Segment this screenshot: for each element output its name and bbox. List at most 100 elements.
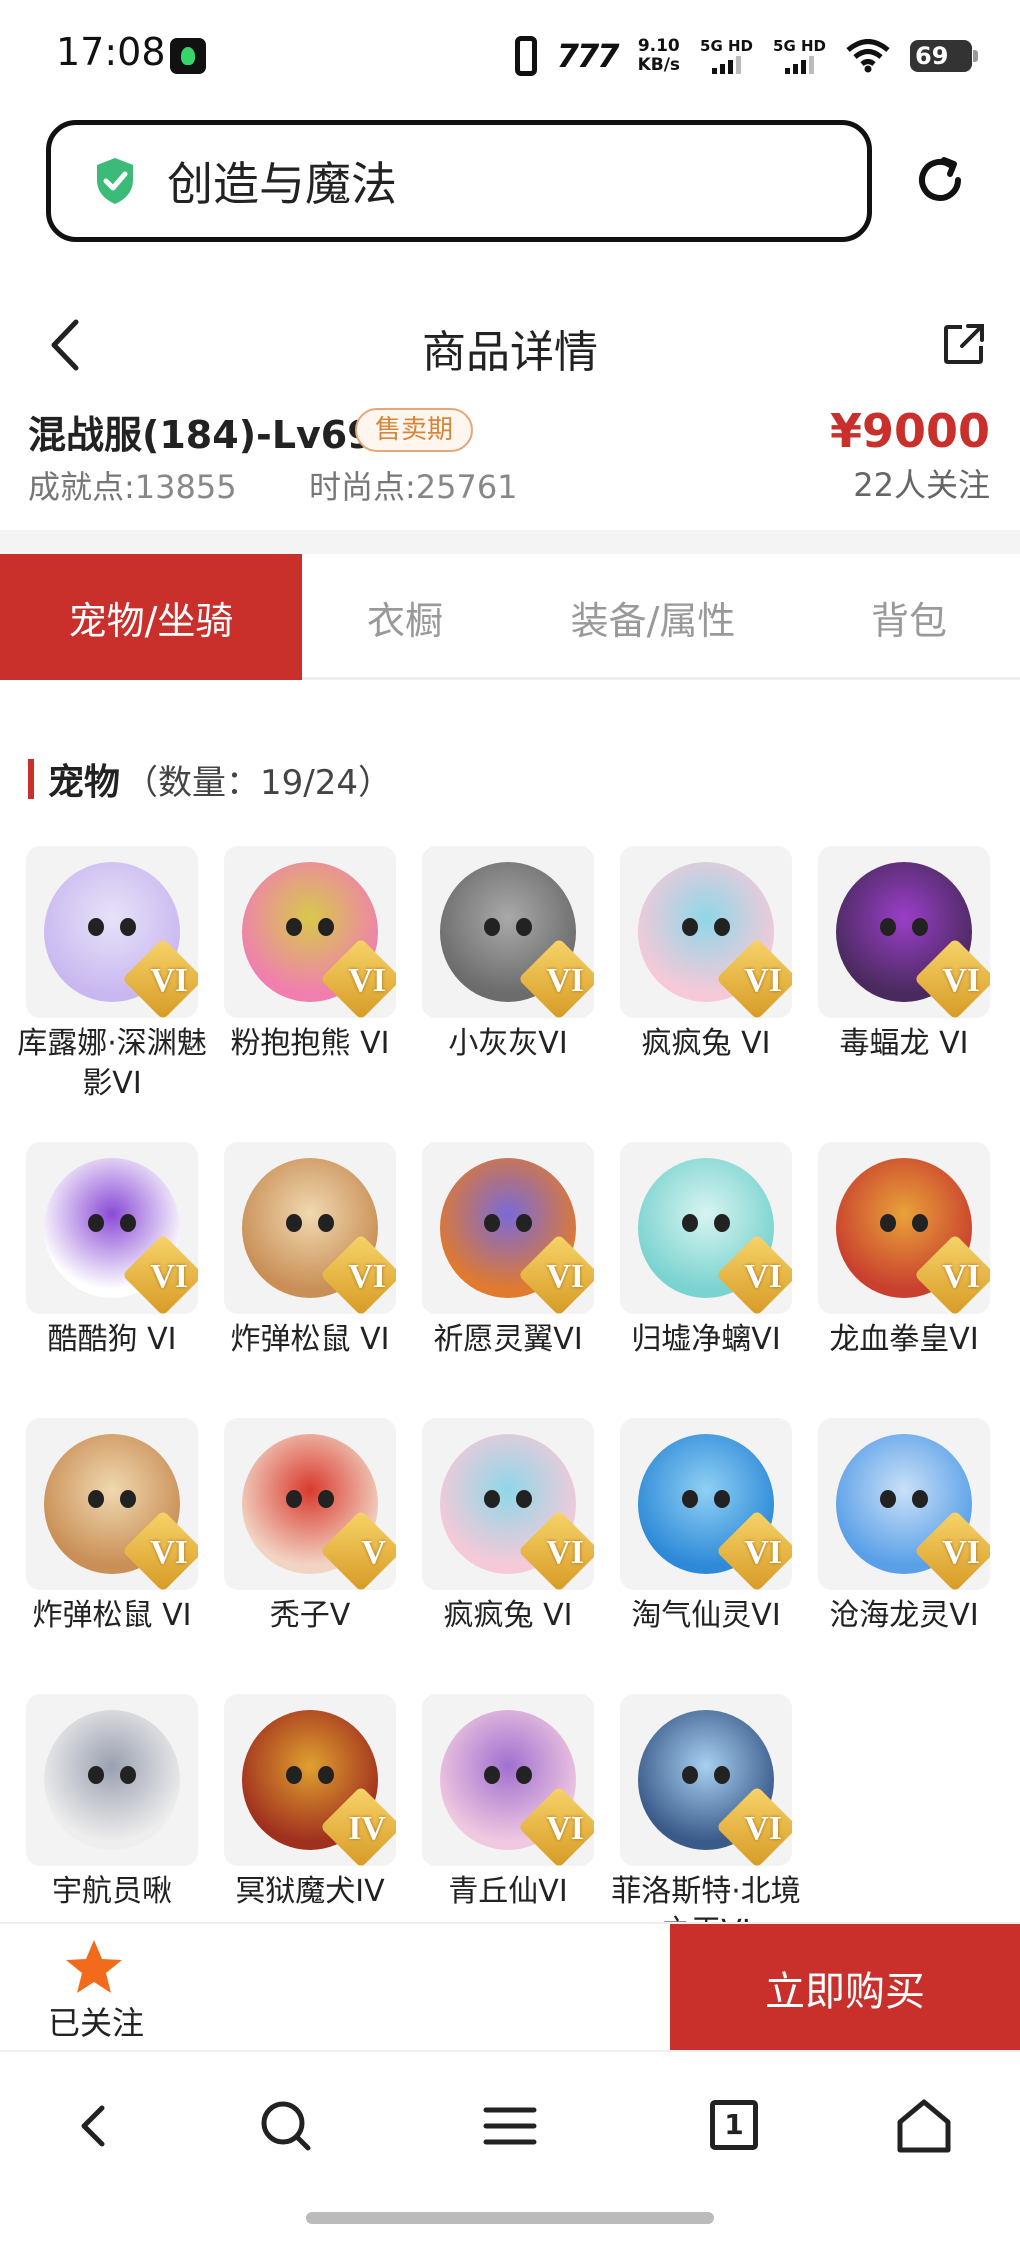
pet-image: VI: [422, 846, 594, 1018]
reload-icon[interactable]: [912, 152, 968, 208]
menu-icon[interactable]: [480, 2096, 540, 2156]
pet-eye: [516, 918, 532, 936]
pet-eye: [120, 918, 136, 936]
product-price: ¥9000: [829, 404, 990, 458]
rank-badge-text: VI: [150, 1534, 188, 1571]
tab-wardrobe[interactable]: 衣橱: [302, 554, 508, 680]
back-nav-icon[interactable]: [64, 2096, 124, 2156]
pet-card[interactable]: VI 青丘仙VI: [422, 1694, 594, 1952]
share-icon[interactable]: [942, 322, 986, 366]
pet-card[interactable]: VI菲洛斯特·北境之王VI: [611, 1694, 801, 1952]
rank-badge-text: VI: [150, 1258, 188, 1295]
pet-eye: [912, 1490, 928, 1508]
network-speed-value: 9.10: [637, 36, 680, 56]
section-title: 宠物: [48, 762, 121, 803]
pet-card[interactable]: 宇航员啾: [26, 1694, 198, 1952]
pet-card[interactable]: IV 冥狱魔犬IV: [224, 1694, 396, 1952]
pet-card[interactable]: VI 炸弹松鼠 VI: [26, 1418, 198, 1636]
buy-now-button[interactable]: 立即购买: [670, 1924, 1020, 2052]
followed-label[interactable]: 已关注: [48, 1998, 144, 2044]
pet-name: 秃子V: [269, 1598, 351, 1633]
battery-icon: 69: [910, 40, 978, 72]
pet-card[interactable]: VI 酷酷狗 VI: [26, 1142, 198, 1360]
pet-card[interactable]: VI 祈愿灵翼VI: [422, 1142, 594, 1360]
pet-eye: [484, 1214, 500, 1232]
pet-name: 宇航员啾: [52, 1874, 172, 1909]
secure-shield-icon: [97, 158, 133, 204]
pet-card[interactable]: VI 毒蝠龙 VI: [818, 846, 990, 1104]
pet-card[interactable]: VI 归墟净螭VI: [620, 1142, 792, 1360]
pet-card[interactable]: VI 炸弹松鼠 VI: [224, 1142, 396, 1360]
section-count: （数量：19/24）: [124, 762, 392, 803]
star-icon[interactable]: [64, 1938, 124, 1996]
music-app-icon: [170, 38, 206, 74]
pet-eye: [318, 1214, 334, 1232]
product-stats: 成就点:13855 时尚点:25761: [28, 462, 518, 508]
wifi-icon: [846, 39, 890, 73]
pet-eye: [682, 1490, 698, 1508]
network-speed-unit: KB/s: [637, 55, 681, 75]
pet-card[interactable]: VI 淘气仙灵VI: [620, 1418, 792, 1636]
vibrate-icon: [514, 36, 537, 76]
pet-eye: [516, 1214, 532, 1232]
pet-eye: [880, 1490, 896, 1508]
pet-eye: [318, 918, 334, 936]
pet-name: 毒蝠龙 VI: [839, 1026, 969, 1061]
pet-card[interactable]: V 秃子V: [224, 1418, 396, 1636]
pet-eye: [88, 1490, 104, 1508]
rank-badge-text: VI: [942, 1534, 980, 1571]
pet-card[interactable]: VI 库露娜·深渊魅影VI: [17, 846, 207, 1104]
rank-badge-text: VI: [546, 962, 584, 999]
pet-card[interactable]: VI 粉抱抱熊 VI: [224, 846, 396, 1104]
rank-badge-text: VI: [348, 962, 386, 999]
back-icon[interactable]: [46, 318, 86, 372]
pet-eye: [682, 1766, 698, 1784]
pet-eye: [88, 1214, 104, 1232]
pet-image: [26, 1694, 198, 1866]
home-indicator[interactable]: [306, 2212, 714, 2224]
tab-backpack[interactable]: 背包: [798, 554, 1020, 680]
pet-image: V: [224, 1418, 396, 1590]
address-bar[interactable]: 创造与魔法: [46, 120, 872, 242]
pet-eye: [484, 1766, 500, 1784]
pet-eye: [880, 1214, 896, 1232]
pet-eye: [88, 918, 104, 936]
status-time: 17:08: [56, 30, 166, 74]
pet-image: VI: [224, 846, 396, 1018]
pet-name: 炸弹松鼠 VI: [32, 1598, 192, 1633]
rank-badge-text: VI: [546, 1258, 584, 1295]
pet-image: VI: [422, 1418, 594, 1590]
pet-eye: [286, 918, 302, 936]
pet-eye: [120, 1490, 136, 1508]
pet-image: VI: [26, 1418, 198, 1590]
detail-tabs: 宠物/坐骑 衣橱 装备/属性 背包: [0, 554, 1020, 680]
rank-badge-text: VI: [744, 962, 782, 999]
pet-image: VI: [422, 1142, 594, 1314]
pet-eye: [682, 918, 698, 936]
pet-eye: [682, 1214, 698, 1232]
status-badge: 售卖期: [355, 408, 474, 452]
battery-level: 69: [915, 42, 949, 70]
home-icon[interactable]: [894, 2096, 954, 2156]
pets-section-title: 宠物 （数量：19/24）: [28, 758, 392, 803]
pet-eye: [120, 1214, 136, 1232]
page-title: 商品详情: [422, 327, 598, 378]
pet-card[interactable]: VI 疯疯兔 VI: [620, 846, 792, 1104]
tab-equipment[interactable]: 装备/属性: [508, 554, 798, 680]
pet-card[interactable]: VI 疯疯兔 VI: [422, 1418, 594, 1636]
rank-badge-text: VI: [744, 1810, 782, 1847]
signal-sim1-label: 5G HD: [700, 37, 754, 55]
pet-card[interactable]: VI 小灰灰VI: [422, 846, 594, 1104]
signal-sim2-label: 5G HD: [773, 37, 826, 55]
pet-card[interactable]: VI 龙血拳皇VI: [818, 1142, 990, 1360]
pet-image: VI: [818, 1418, 990, 1590]
tab-pets-mounts[interactable]: 宠物/坐骑: [0, 554, 302, 680]
search-icon[interactable]: [256, 2096, 316, 2156]
pet-card[interactable]: VI 沧海龙灵VI: [818, 1418, 990, 1636]
product-name: 混战服(184)-Lv69: [28, 413, 374, 457]
pet-image: VI: [224, 1142, 396, 1314]
rank-badge-text: VI: [942, 962, 980, 999]
tabs-icon[interactable]: 1: [706, 2096, 766, 2156]
pet-image: VI: [620, 1418, 792, 1590]
follow-count: 22人关注: [853, 466, 990, 504]
